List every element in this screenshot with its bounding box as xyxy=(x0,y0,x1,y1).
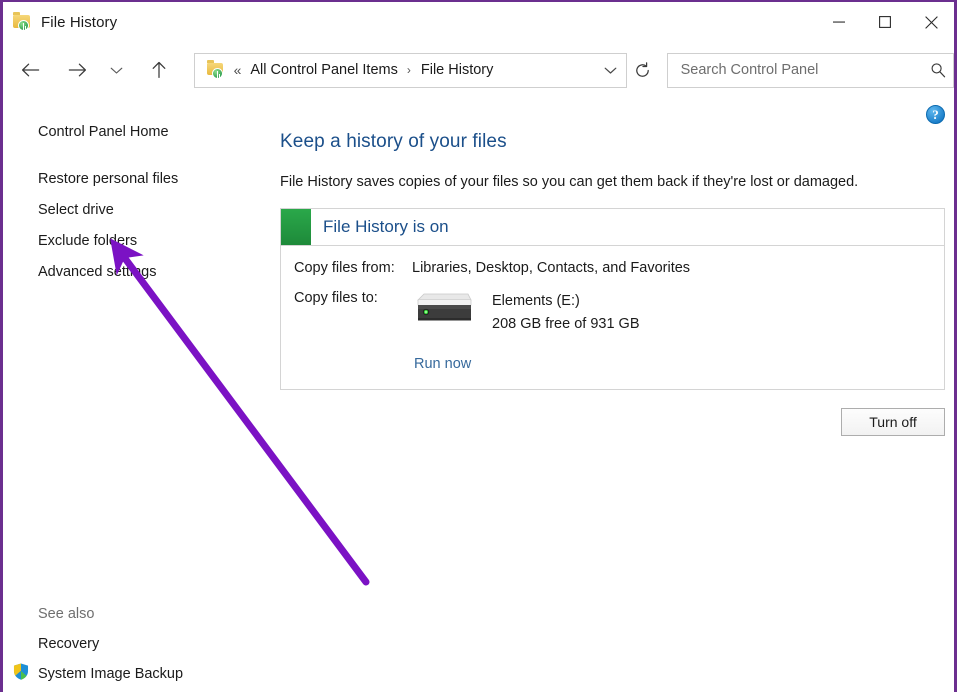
shield-icon xyxy=(13,662,29,681)
up-button[interactable] xyxy=(140,51,178,89)
sidebar-item-system-image-backup[interactable]: System Image Backup xyxy=(38,666,183,682)
see-also-heading: See also xyxy=(38,606,95,622)
forward-button[interactable] xyxy=(58,51,96,89)
address-dropdown-button[interactable] xyxy=(596,54,626,87)
chevron-down-icon xyxy=(110,67,123,74)
external-hard-drive-icon xyxy=(417,293,472,321)
chevron-down-icon xyxy=(604,67,617,74)
close-button[interactable] xyxy=(908,2,954,42)
button-row: Turn off xyxy=(280,408,945,436)
sidebar-item-advanced-settings[interactable]: Advanced settings xyxy=(38,264,157,280)
window-controls xyxy=(816,2,954,42)
status-banner: File History is on xyxy=(280,208,945,246)
search-input[interactable] xyxy=(678,61,923,79)
copy-files-from-label: Copy files from: xyxy=(294,260,395,276)
file-history-folder-icon xyxy=(206,60,225,79)
copy-files-from-value: Libraries, Desktop, Contacts, and Favori… xyxy=(412,260,691,276)
minimize-icon xyxy=(833,21,845,23)
back-arrow-icon xyxy=(21,63,39,77)
sidebar-item-exclude-folders[interactable]: Exclude folders xyxy=(38,233,137,249)
page-title: Keep a history of your files xyxy=(280,131,507,152)
sidebar-item-recovery[interactable]: Recovery xyxy=(38,636,99,652)
file-history-window: File History « All Control Panel Items ›… xyxy=(0,0,957,692)
status-accent-bar xyxy=(281,209,311,245)
search-icon xyxy=(931,63,946,78)
search-box[interactable] xyxy=(666,52,954,88)
status-text: File History is on xyxy=(323,217,449,236)
drive-name: Elements (E:) xyxy=(492,293,580,309)
address-bar[interactable]: « All Control Panel Items › File History xyxy=(193,52,627,88)
details-panel: Copy files from: Libraries, Desktop, Con… xyxy=(280,246,945,390)
up-arrow-icon xyxy=(152,61,165,79)
refresh-button[interactable] xyxy=(627,54,658,87)
minimize-button[interactable] xyxy=(816,2,862,42)
page-description: File History saves copies of your files … xyxy=(280,174,859,190)
address-overflow-chevrons[interactable]: « xyxy=(234,62,242,78)
main-content: Keep a history of your files File Histor… xyxy=(280,106,945,436)
refresh-icon xyxy=(635,61,649,77)
maximize-icon xyxy=(879,16,891,28)
close-icon xyxy=(924,15,938,29)
sidebar: Control Panel Home Restore personal file… xyxy=(6,106,271,692)
recent-locations-button[interactable] xyxy=(101,51,131,89)
breadcrumb-file-history[interactable]: File History xyxy=(421,62,494,78)
title-bar: File History xyxy=(3,2,954,42)
drive-free-space: 208 GB free of 931 GB xyxy=(492,316,640,332)
window-title: File History xyxy=(41,13,118,31)
run-now-link[interactable]: Run now xyxy=(414,356,471,372)
maximize-button[interactable] xyxy=(862,2,908,42)
turn-off-button[interactable]: Turn off xyxy=(841,408,945,436)
file-history-folder-icon xyxy=(12,12,32,32)
copy-files-to-label: Copy files to: xyxy=(294,290,378,306)
search-button[interactable] xyxy=(923,62,953,78)
sidebar-item-control-panel-home[interactable]: Control Panel Home xyxy=(38,124,169,140)
forward-arrow-icon xyxy=(68,63,86,77)
breadcrumb-separator: › xyxy=(406,63,411,77)
sidebar-item-select-drive[interactable]: Select drive xyxy=(38,202,114,218)
sidebar-item-restore-personal-files[interactable]: Restore personal files xyxy=(38,171,178,187)
breadcrumb-all-control-panel-items[interactable]: All Control Panel Items xyxy=(250,62,397,78)
navigation-toolbar: « All Control Panel Items › File History xyxy=(3,42,954,98)
back-button[interactable] xyxy=(11,51,49,89)
